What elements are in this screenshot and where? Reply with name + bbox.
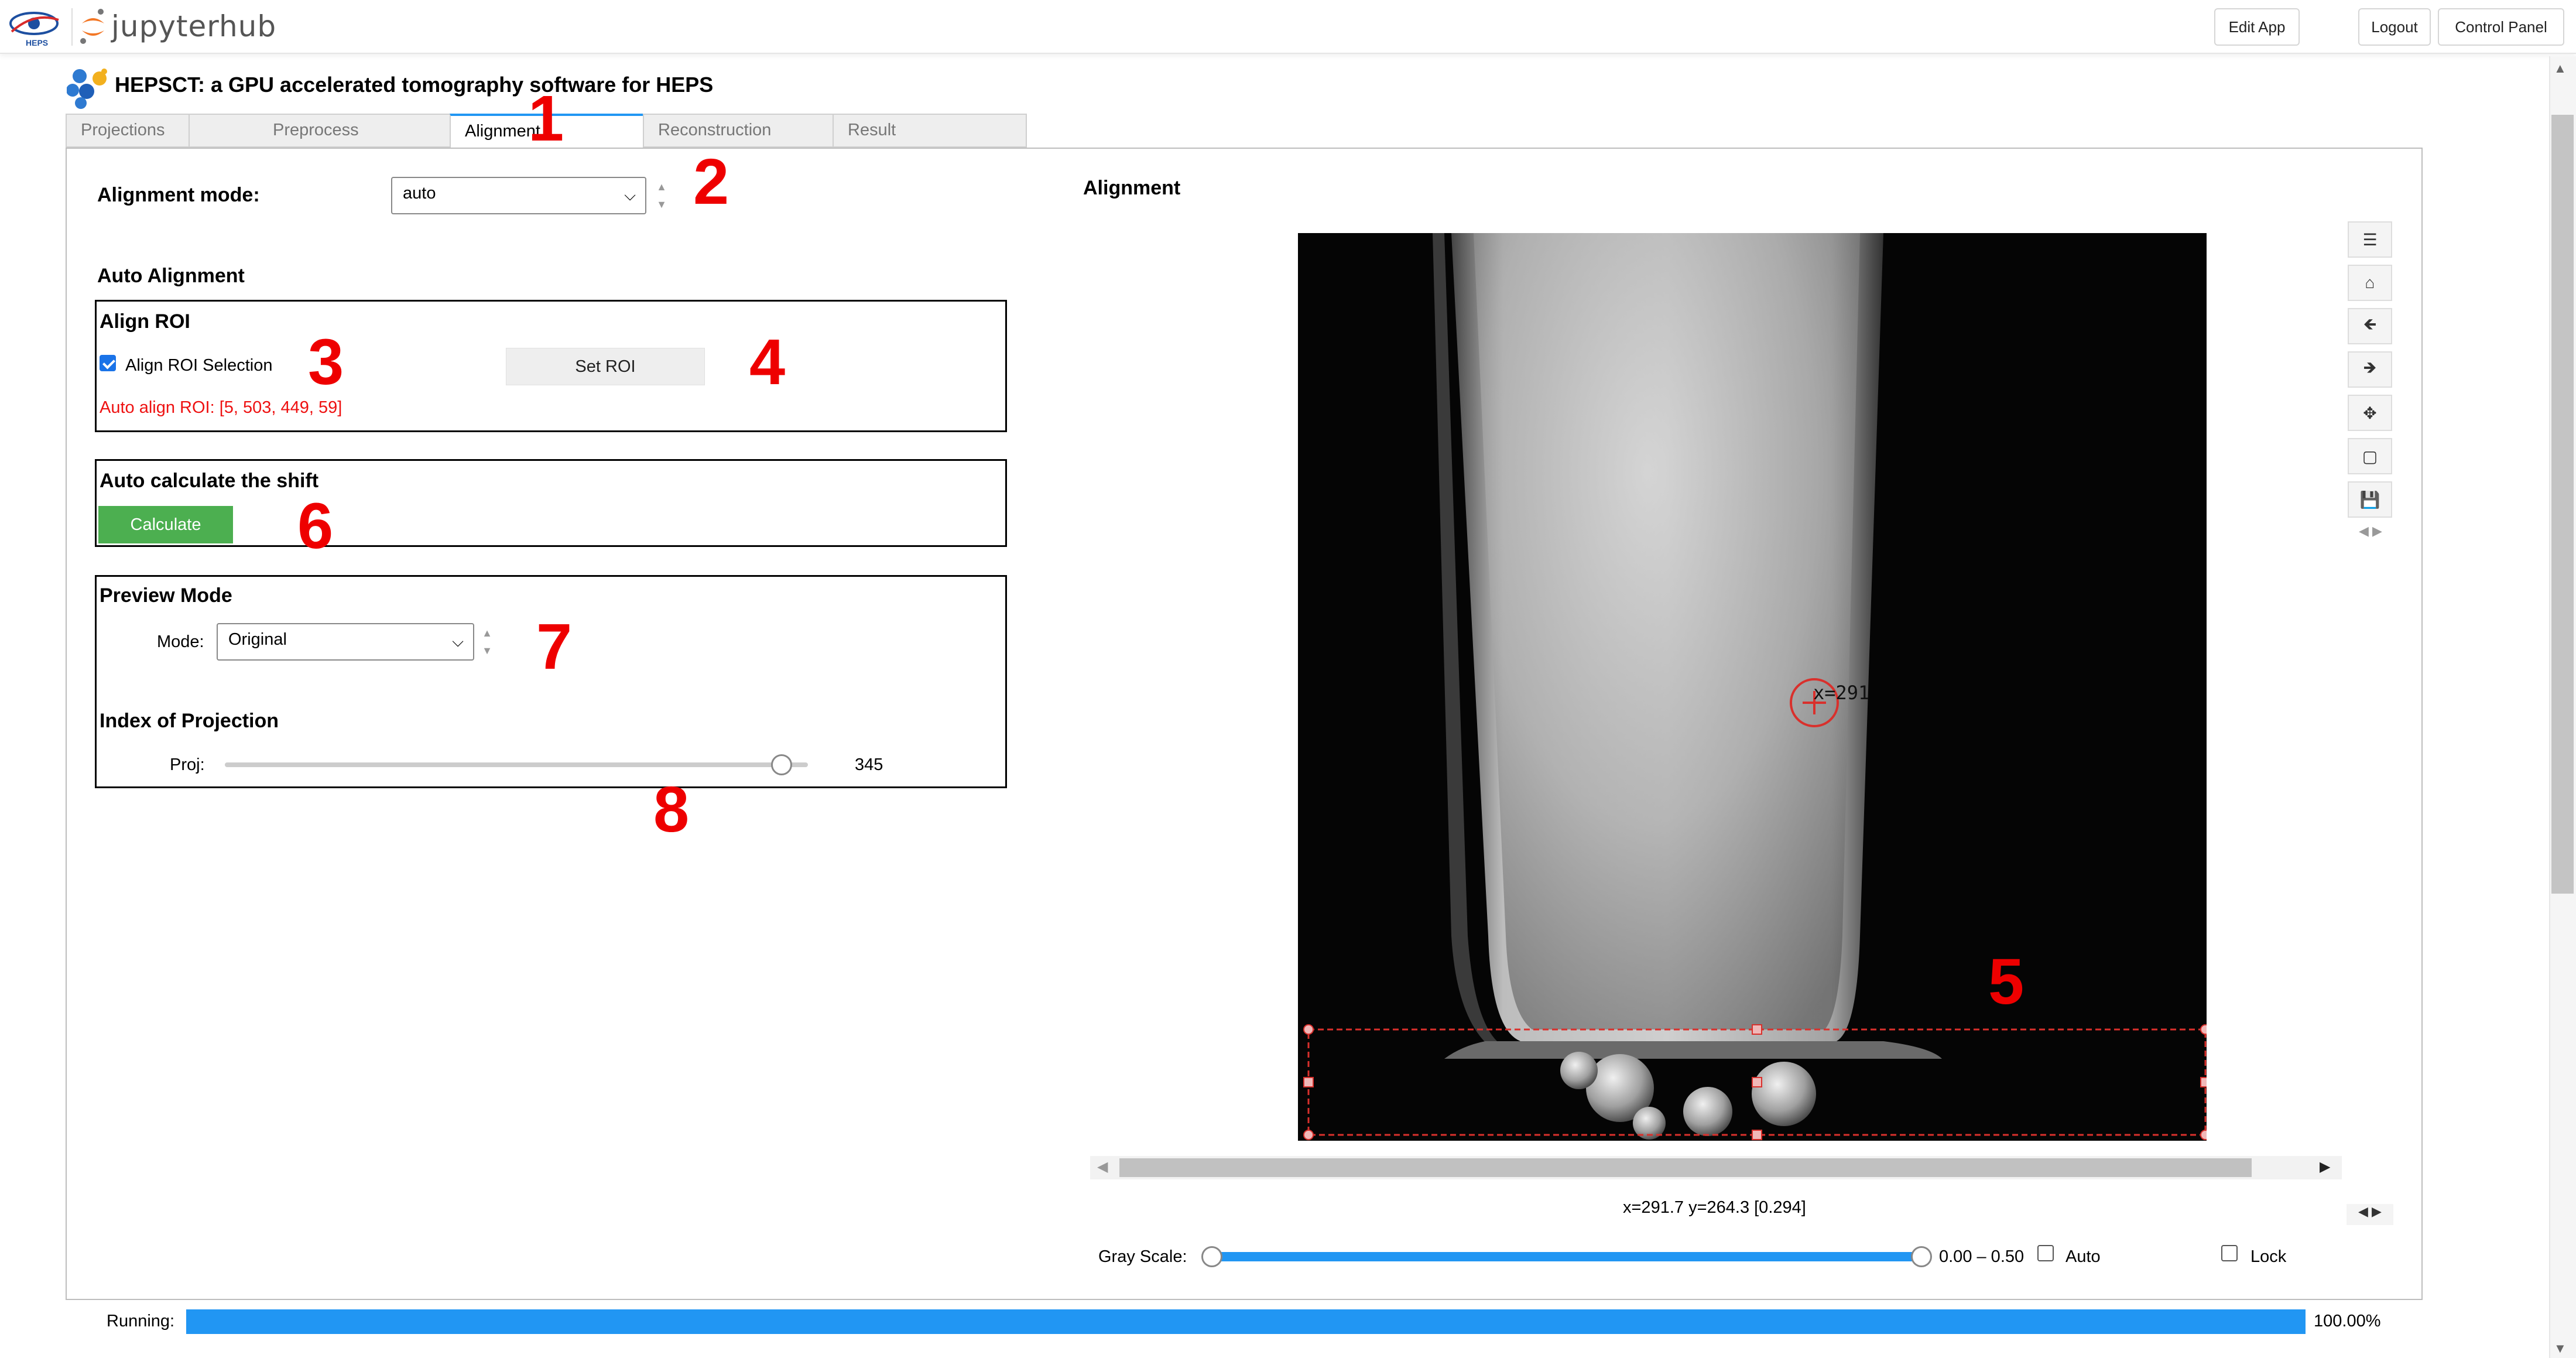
- proj-value: 345: [855, 755, 883, 774]
- heps-logo-text: HEPS: [26, 38, 48, 47]
- auto-alignment-title: Auto Alignment: [97, 265, 245, 287]
- annotation-8: 8: [653, 774, 690, 846]
- jupyter-icon: [80, 9, 104, 44]
- scroll-up-icon[interactable]: ▲: [2554, 61, 2567, 76]
- projection-image[interactable]: x=291: [1298, 233, 2207, 1141]
- scroll-down-icon[interactable]: ▼: [2554, 1341, 2567, 1356]
- annotation-7: 7: [536, 611, 573, 683]
- zoom-rect-icon[interactable]: ▢: [2348, 438, 2392, 474]
- align-roi-checkbox-label: Align ROI Selection: [125, 356, 273, 375]
- alignment-mode-select[interactable]: auto ⌵: [391, 177, 646, 214]
- page-scrollbar-thumb[interactable]: [2551, 115, 2574, 894]
- alignment-plot-title: Alignment: [1083, 177, 1181, 199]
- readout-scroll-arrows[interactable]: ◀ ▶: [2347, 1204, 2393, 1225]
- mode-label: Mode:: [157, 632, 204, 651]
- auto-label: Auto: [2065, 1247, 2101, 1266]
- alignment-mode-stepper[interactable]: ▲ ▼: [650, 178, 673, 213]
- preview-mode-select[interactable]: Original ⌵: [217, 623, 474, 661]
- alignment-mode-value: auto: [403, 184, 436, 203]
- tab-result[interactable]: Result: [833, 114, 1027, 148]
- chevron-down-icon: ⌵: [624, 186, 636, 204]
- annotation-1: 1: [528, 83, 564, 155]
- annotation-6: 6: [297, 490, 334, 562]
- gray-scale-max-thumb[interactable]: [1911, 1246, 1932, 1267]
- gray-scale-slider-fill[interactable]: [1212, 1252, 1923, 1261]
- top-navbar: HEPS jupyterhub Edit App Logout Control …: [0, 0, 2576, 54]
- lock-checkbox[interactable]: [2221, 1245, 2238, 1261]
- gray-scale-range: 0.00 – 0.50: [1939, 1247, 2025, 1266]
- auto-align-roi-status: Auto align ROI: [5, 503, 449, 59]: [100, 398, 342, 417]
- annotation-2: 2: [693, 146, 729, 218]
- back-arrow-icon[interactable]: 🡸: [2348, 308, 2392, 344]
- running-label: Running:: [107, 1312, 175, 1330]
- set-roi-button[interactable]: Set ROI: [506, 348, 705, 385]
- edit-app-button[interactable]: Edit App: [2214, 8, 2300, 46]
- proj-slider-thumb[interactable]: [771, 754, 793, 775]
- save-icon[interactable]: 💾: [2348, 481, 2392, 518]
- gray-scale-label: Gray Scale:: [1098, 1247, 1187, 1266]
- preview-mode-title: Preview Mode: [100, 584, 232, 607]
- lock-label: Lock: [2250, 1247, 2287, 1266]
- annotation-3: 3: [308, 326, 344, 398]
- home-icon[interactable]: ⌂: [2348, 265, 2392, 301]
- gray-scale-min-thumb[interactable]: [1201, 1246, 1222, 1267]
- move-icon[interactable]: ✥: [2348, 395, 2392, 431]
- tab-projections[interactable]: Projections: [66, 114, 190, 148]
- scroll-left-icon[interactable]: ◀: [1097, 1158, 1108, 1175]
- calculate-button[interactable]: Calculate: [98, 506, 233, 543]
- alignment-mode-label: Alignment mode:: [97, 184, 260, 206]
- image-scrollbar-thumb[interactable]: [1119, 1158, 2252, 1177]
- app-logo-icon: [66, 68, 111, 109]
- toolbar-scroll-arrows[interactable]: ◀ ▶: [2350, 524, 2391, 545]
- chevron-down-icon: ⌵: [452, 632, 464, 650]
- proj-label: Proj:: [170, 755, 205, 774]
- menu-icon[interactable]: ☰: [2348, 221, 2392, 258]
- preview-mode-stepper[interactable]: ▲ ▼: [475, 624, 499, 659]
- preview-mode-value: Original: [228, 630, 287, 649]
- annotation-4: 4: [749, 326, 786, 398]
- tab-preprocess[interactable]: Preprocess: [189, 114, 451, 148]
- logout-button[interactable]: Logout: [2358, 8, 2431, 46]
- annotation-5: 5: [1988, 946, 2025, 1018]
- progress-percent: 100.00%: [2314, 1312, 2381, 1330]
- page-title: HEPSCT: a GPU accelerated tomography sof…: [115, 73, 714, 97]
- control-panel-button[interactable]: Control Panel: [2438, 8, 2564, 46]
- coordinates-readout: x=291.7 y=264.3 [0.294]: [1623, 1198, 1806, 1217]
- scroll-right-icon[interactable]: ▶: [2320, 1158, 2330, 1175]
- jupyterhub-logo[interactable]: jupyterhub: [78, 6, 276, 47]
- auto-checkbox[interactable]: [2037, 1245, 2054, 1261]
- proj-slider-track[interactable]: [225, 762, 808, 767]
- cursor-marker-label: x=291: [1813, 682, 1870, 704]
- jupyterhub-logo-text: jupyterhub: [111, 9, 277, 43]
- heps-logo[interactable]: HEPS: [6, 6, 64, 48]
- align-roi-checkbox[interactable]: [100, 355, 116, 371]
- progress-bar-fill: [186, 1309, 2306, 1334]
- navbar-divider: [71, 8, 73, 46]
- forward-arrow-icon[interactable]: 🡺: [2348, 351, 2392, 388]
- auto-shift-title: Auto calculate the shift: [100, 470, 319, 492]
- tab-reconstruction[interactable]: Reconstruction: [643, 114, 834, 148]
- align-roi-title: Align ROI: [100, 310, 190, 333]
- index-of-projection-title: Index of Projection: [100, 710, 279, 732]
